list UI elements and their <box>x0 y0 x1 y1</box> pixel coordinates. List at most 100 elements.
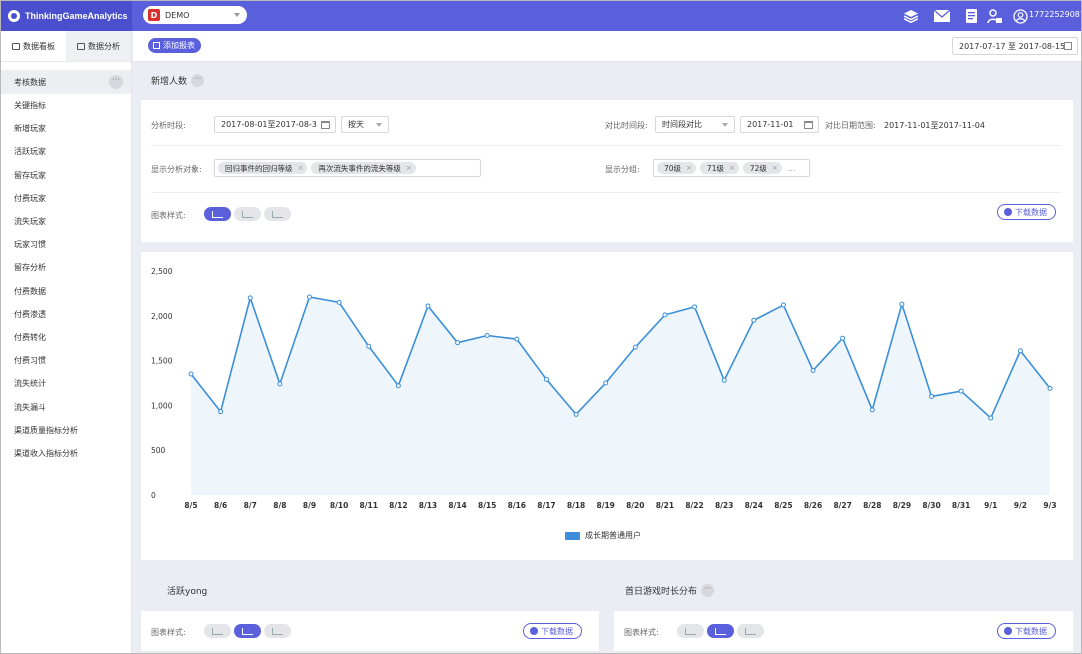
data-point <box>662 312 668 318</box>
user-switch-icon[interactable] <box>986 8 1002 24</box>
x-tick-label: 8/25 <box>774 501 792 510</box>
chart-legend[interactable]: 成长期普通用户 <box>565 530 641 541</box>
date-range-picker[interactable]: 2017-07-17 至 2017-08-15 <box>952 37 1078 55</box>
sidebar-item[interactable]: 新增玩家 <box>1 117 131 140</box>
data-point <box>1017 348 1023 354</box>
x-tick-label: 8/11 <box>360 501 378 510</box>
x-tick-label: 8/24 <box>745 501 763 510</box>
line-chart-button[interactable] <box>677 624 704 638</box>
bar-chart-button[interactable] <box>707 624 734 638</box>
line-chart-button[interactable] <box>204 624 231 638</box>
table-button[interactable] <box>737 624 764 638</box>
target-multiselect[interactable]: 回归事件的回归等级 × 再次流失事件的流失等级 × <box>214 159 481 177</box>
data-point <box>247 295 253 301</box>
sidebar-list: 关键指标 新增玩家 活跃玩家 留存玩家 付费玩家 流失玩家 玩家习惯 留存分析 付费数据 付费渗透… <box>1 94 131 465</box>
data-point <box>366 343 372 349</box>
bar-chart-button[interactable] <box>234 207 261 221</box>
y-tick-label: 0 <box>151 491 156 500</box>
group-multiselect[interactable]: 70级 × 71级 × 72级 × ... <box>653 159 810 177</box>
subpanel-title-text: 首日游戏时长分布 <box>625 587 698 597</box>
sidebar-item[interactable]: 活跃玩家 <box>1 140 131 163</box>
x-tick-label: 8/29 <box>893 501 911 510</box>
close-icon[interactable]: × <box>729 164 735 172</box>
download-button[interactable]: 下载数据 <box>997 623 1056 639</box>
compare-mode-select[interactable]: 时间段对比 <box>655 116 735 133</box>
group-chip[interactable]: 71级 × <box>699 162 739 174</box>
line-chart-icon <box>685 627 696 635</box>
filter-card: 分析时段: 2017-08-01至2017-08-3 按天 对比时间段: 时间段… <box>141 100 1073 242</box>
sidebar-group-header[interactable]: 考核数据 ··· <box>1 70 131 94</box>
target-chip[interactable]: 回归事件的回归等级 × <box>218 162 308 174</box>
group-more[interactable]: ... <box>788 164 796 173</box>
x-tick-label: 8/6 <box>214 501 227 510</box>
sidebar-item[interactable]: 渠道收入指标分析 <box>1 442 131 465</box>
line-chart-icon <box>212 210 223 218</box>
chart-style-switch <box>204 624 294 638</box>
sidebar-item[interactable]: 流失漏斗 <box>1 395 131 418</box>
x-tick-label: 8/17 <box>537 501 555 510</box>
data-point <box>306 294 312 300</box>
table-button[interactable] <box>264 624 291 638</box>
x-tick-label: 8/16 <box>508 501 526 510</box>
download-button[interactable]: 下载数据 <box>997 204 1056 220</box>
sidebar-item[interactable]: 渠道质量指标分析 <box>1 419 131 442</box>
sidebar-item[interactable]: 付费数据 <box>1 280 131 303</box>
chart-card: 0 500 1,000 1,500 2,000 2,500 8/5 8/6 8/7 8/8 8/9 8… <box>141 252 1073 560</box>
book-icon[interactable] <box>963 8 979 24</box>
data-point <box>751 317 757 323</box>
chart-style-switch <box>677 624 767 638</box>
close-icon[interactable]: × <box>298 164 304 172</box>
logo[interactable]: ThinkingGameAnalytics <box>1 1 132 31</box>
close-icon[interactable]: × <box>686 164 692 172</box>
sidebar-item[interactable]: 付费玩家 <box>1 187 131 210</box>
group-chip[interactable]: 70级 × <box>657 162 696 174</box>
line-chart-button[interactable] <box>204 207 231 221</box>
sidebar-item[interactable]: 流失统计 <box>1 372 131 395</box>
bar-chart-icon <box>242 210 253 218</box>
tab-dashboard[interactable]: 数据看板 <box>1 31 66 61</box>
data-point <box>484 333 490 339</box>
compare-start-picker[interactable]: 2017-11-01 <box>740 116 819 133</box>
app-name: ThinkingGameAnalytics <box>25 11 128 21</box>
sidebar-item[interactable]: 关键指标 <box>1 94 131 117</box>
x-tick-label: 8/27 <box>833 501 851 510</box>
x-tick-label: 8/10 <box>330 501 348 510</box>
user-id[interactable]: 17722529087 <box>1029 10 1081 19</box>
sidebar-item[interactable]: 流失玩家 <box>1 210 131 233</box>
compare-range-label: 对比日期范围: <box>825 121 876 130</box>
layers-icon[interactable] <box>903 8 919 24</box>
sidebar-item[interactable]: 付费习惯 <box>1 349 131 372</box>
granularity-select[interactable]: 按天 <box>341 116 389 133</box>
group-chip[interactable]: 72级 × <box>742 162 782 174</box>
bar-chart-button[interactable] <box>234 624 261 638</box>
x-tick-label: 8/20 <box>626 501 644 510</box>
sidebar-item[interactable]: 付费转化 <box>1 326 131 349</box>
sidebar-item[interactable]: 留存分析 <box>1 256 131 279</box>
table-button[interactable] <box>264 207 291 221</box>
sidebar-item[interactable]: 玩家习惯 <box>1 233 131 256</box>
download-icon <box>1004 627 1012 635</box>
more-icon[interactable]: ··· <box>701 584 715 597</box>
account-icon[interactable] <box>1012 8 1028 24</box>
download-label: 下载数据 <box>1015 207 1047 217</box>
close-icon[interactable]: × <box>772 164 778 172</box>
x-tick-label: 8/18 <box>567 501 585 510</box>
download-icon <box>1004 208 1012 216</box>
target-chip[interactable]: 再次流失事件的流失等级 × <box>311 162 416 174</box>
more-icon[interactable]: ··· <box>109 75 123 89</box>
group-chip-label: 70级 <box>664 163 682 173</box>
period-picker[interactable]: 2017-08-01至2017-08-3 <box>214 116 336 133</box>
sidebar-item[interactable]: 付费渗透 <box>1 303 131 326</box>
project-select[interactable]: D DEMO <box>143 6 247 24</box>
close-icon[interactable]: × <box>406 164 412 172</box>
download-label: 下载数据 <box>1015 626 1047 636</box>
add-report-button[interactable]: 添加报表 <box>148 38 201 53</box>
download-button[interactable]: 下载数据 <box>523 623 582 639</box>
sidebar-item[interactable]: 留存玩家 <box>1 164 131 187</box>
mail-icon[interactable] <box>934 8 950 24</box>
more-icon[interactable]: ··· <box>191 74 205 87</box>
data-point <box>514 336 520 342</box>
data-point <box>958 388 964 394</box>
tab-analysis[interactable]: 数据分析 <box>66 31 131 61</box>
bar-chart-icon <box>715 627 726 635</box>
